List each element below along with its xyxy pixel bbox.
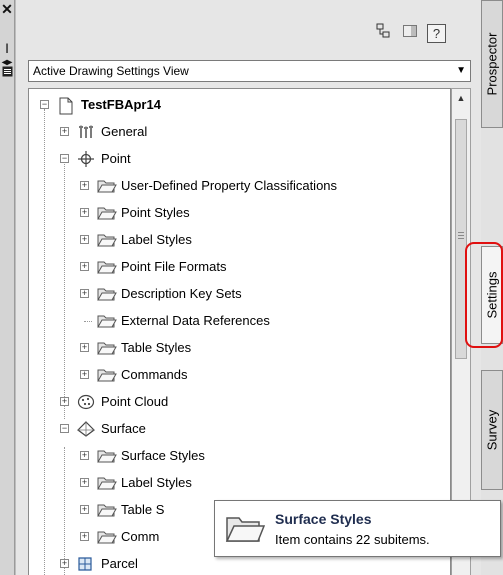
thumb-grip bbox=[458, 232, 464, 233]
tree-item[interactable]: + Label Styles bbox=[29, 470, 450, 497]
properties-icon[interactable] bbox=[1, 66, 13, 80]
folder-icon bbox=[97, 529, 117, 545]
expand-icon[interactable]: + bbox=[80, 181, 89, 190]
tree-item-label: Commands bbox=[121, 367, 188, 382]
expand-icon[interactable]: + bbox=[80, 370, 89, 379]
folder-icon bbox=[97, 259, 117, 275]
tooltip-title: Surface Styles bbox=[275, 511, 372, 527]
tree-item[interactable]: + Description Key Sets bbox=[29, 281, 450, 308]
expand-icon[interactable]: + bbox=[80, 235, 89, 244]
collapse-icon[interactable]: − bbox=[60, 154, 69, 163]
tree-item-label: External Data References bbox=[121, 313, 270, 328]
palette-title-strip: ✕ |◂▸ bbox=[0, 0, 15, 575]
expand-icon[interactable]: + bbox=[80, 505, 89, 514]
thumb-grip bbox=[458, 238, 464, 239]
tree-item-label: Label Styles bbox=[121, 232, 192, 247]
folder-icon bbox=[97, 475, 117, 491]
folder-icon bbox=[97, 448, 117, 464]
help-button[interactable]: ? bbox=[427, 24, 446, 43]
folder-icon bbox=[225, 513, 266, 550]
tree-item-label: Label Styles bbox=[121, 475, 192, 490]
tree-item-label: Point bbox=[101, 151, 131, 166]
tree-item-label: General bbox=[101, 124, 148, 139]
tree-item[interactable]: + General bbox=[29, 119, 450, 146]
tree-item-label: Comm bbox=[121, 529, 160, 544]
folder-icon bbox=[97, 286, 117, 302]
expand-icon[interactable]: + bbox=[60, 397, 69, 406]
tree-item-label: Description Key Sets bbox=[121, 286, 242, 301]
general-icon bbox=[77, 124, 95, 140]
tree-item-label: Point Styles bbox=[121, 205, 190, 220]
tree-item[interactable]: External Data References bbox=[29, 308, 450, 335]
tree-item-label: Surface bbox=[101, 421, 146, 436]
folder-icon bbox=[97, 367, 117, 383]
expand-icon[interactable]: + bbox=[60, 559, 69, 568]
expand-icon[interactable]: + bbox=[60, 127, 69, 136]
thumb-grip bbox=[458, 235, 464, 236]
expand-icon[interactable]: + bbox=[80, 478, 89, 487]
folder-icon bbox=[97, 232, 117, 248]
tree-item-label: Point Cloud bbox=[101, 394, 169, 409]
parcel-icon bbox=[77, 556, 95, 572]
tree-item-label: Surface Styles bbox=[121, 448, 205, 463]
folder-icon bbox=[97, 340, 117, 356]
expand-icon[interactable]: + bbox=[80, 289, 89, 298]
point-icon bbox=[77, 151, 95, 167]
surface-icon bbox=[77, 421, 95, 437]
view-selector[interactable]: Active Drawing Settings View ▼ bbox=[28, 60, 471, 82]
preview-toggle-icon[interactable] bbox=[400, 23, 420, 43]
tab-prospector[interactable]: Prospector bbox=[481, 0, 503, 128]
tooltip-description: Item contains 22 subitems. bbox=[275, 532, 430, 547]
tab-label: Prospector bbox=[484, 32, 500, 96]
tree-item[interactable]: + Table Styles bbox=[29, 335, 450, 362]
tree-item-label: Table Styles bbox=[121, 340, 192, 355]
expand-icon[interactable]: + bbox=[80, 451, 89, 460]
tree-item[interactable]: − Point bbox=[29, 146, 450, 173]
tree-item-label: TestFBApr14 bbox=[81, 97, 161, 112]
tree-item-label: Table S bbox=[121, 502, 165, 517]
tree-item[interactable]: + Surface Styles bbox=[29, 443, 450, 470]
tree-item[interactable]: + Point File Formats bbox=[29, 254, 450, 281]
tab-label: Survey bbox=[484, 409, 500, 451]
tree-item[interactable]: + Point Cloud bbox=[29, 389, 450, 416]
expand-icon[interactable]: + bbox=[80, 532, 89, 541]
tree-item[interactable]: − Surface bbox=[29, 416, 450, 443]
tree-item[interactable]: + Label Styles bbox=[29, 227, 450, 254]
tree-item[interactable]: − TestFBApr14 bbox=[29, 92, 450, 119]
folder-icon bbox=[97, 178, 117, 194]
drawing-icon bbox=[57, 97, 75, 115]
settings-tab-highlight bbox=[465, 242, 503, 348]
tree-item[interactable]: + User-Defined Property Classifications bbox=[29, 173, 450, 200]
collapse-icon[interactable]: − bbox=[60, 424, 69, 433]
folder-icon bbox=[97, 205, 117, 221]
expand-icon[interactable]: + bbox=[80, 343, 89, 352]
tree-item-label: User-Defined Property Classifications bbox=[121, 178, 338, 193]
tree-item[interactable]: + Point Styles bbox=[29, 200, 450, 227]
point-cloud-icon bbox=[77, 394, 95, 410]
collapse-icon[interactable]: − bbox=[40, 100, 49, 109]
folder-icon bbox=[97, 313, 117, 329]
expand-icon[interactable]: + bbox=[80, 262, 89, 271]
item-tooltip: Surface Styles Item contains 22 subitems… bbox=[214, 500, 501, 557]
expand-icon[interactable]: + bbox=[80, 208, 89, 217]
scroll-up-arrow-icon[interactable]: ▲ bbox=[452, 89, 470, 107]
view-selector-value: Active Drawing Settings View bbox=[33, 64, 189, 78]
folder-icon bbox=[97, 502, 117, 518]
tab-survey[interactable]: Survey bbox=[481, 370, 503, 490]
dropdown-arrow-icon[interactable]: ▼ bbox=[456, 61, 466, 81]
tree-item-label: Parcel bbox=[101, 556, 138, 571]
tree-item[interactable]: + Commands bbox=[29, 362, 450, 389]
auto-hide-icon[interactable]: |◂▸ bbox=[1, 42, 13, 68]
tree-item-label: Point File Formats bbox=[121, 259, 227, 274]
close-icon[interactable]: ✕ bbox=[1, 2, 13, 16]
item-view-icon[interactable] bbox=[373, 23, 393, 43]
